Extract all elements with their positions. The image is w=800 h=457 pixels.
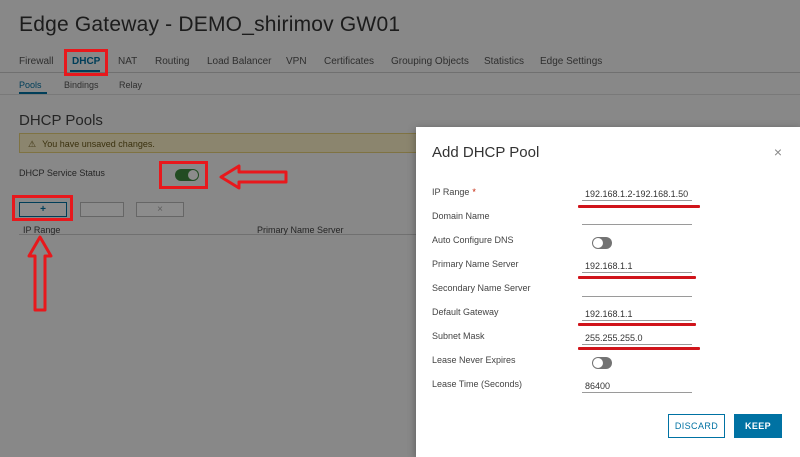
annotation-underline-primary-dns — [578, 276, 696, 279]
auto-configure-dns-toggle[interactable] — [592, 237, 612, 249]
secondary-name-server-input[interactable] — [582, 283, 692, 297]
toggle-knob — [593, 358, 603, 368]
secondary-name-server-label: Secondary Name Server — [432, 283, 531, 293]
auto-configure-dns-label: Auto Configure DNS — [432, 235, 514, 245]
annotation-arrow-up — [27, 235, 53, 312]
lease-never-expires-toggle[interactable] — [592, 357, 612, 369]
discard-button[interactable]: DISCARD — [668, 414, 725, 438]
lease-never-expires-label: Lease Never Expires — [432, 355, 516, 365]
annotation-underline-subnet-mask — [578, 347, 700, 350]
toggle-knob — [593, 238, 603, 248]
annotation-underline-ip-range — [578, 205, 700, 208]
primary-name-server-label: Primary Name Server — [432, 259, 519, 269]
required-marker: * — [472, 187, 476, 197]
subnet-mask-input[interactable] — [582, 331, 692, 345]
domain-name-label: Domain Name — [432, 211, 490, 221]
annotation-underline-gateway — [578, 323, 696, 326]
default-gateway-input[interactable] — [582, 307, 692, 321]
annotation-box-add-button — [12, 195, 73, 221]
subnet-mask-label: Subnet Mask — [432, 331, 485, 341]
lease-time-label: Lease Time (Seconds) — [432, 379, 523, 389]
add-dhcp-pool-dialog: Add DHCP Pool × IP Range* Domain Name Au… — [416, 127, 800, 457]
annotation-box-dhcp-tab — [64, 49, 108, 76]
close-icon[interactable]: × — [774, 144, 782, 160]
lease-time-input[interactable] — [582, 379, 692, 393]
keep-button[interactable]: KEEP — [734, 414, 782, 438]
annotation-box-toggle — [159, 161, 208, 189]
default-gateway-label: Default Gateway — [432, 307, 499, 317]
annotation-arrow-left — [219, 164, 288, 190]
ip-range-label: IP Range * — [432, 187, 476, 197]
ip-range-input[interactable] — [582, 187, 692, 201]
domain-name-input[interactable] — [582, 211, 692, 225]
primary-name-server-input[interactable] — [582, 259, 692, 273]
dialog-title: Add DHCP Pool — [432, 144, 540, 161]
